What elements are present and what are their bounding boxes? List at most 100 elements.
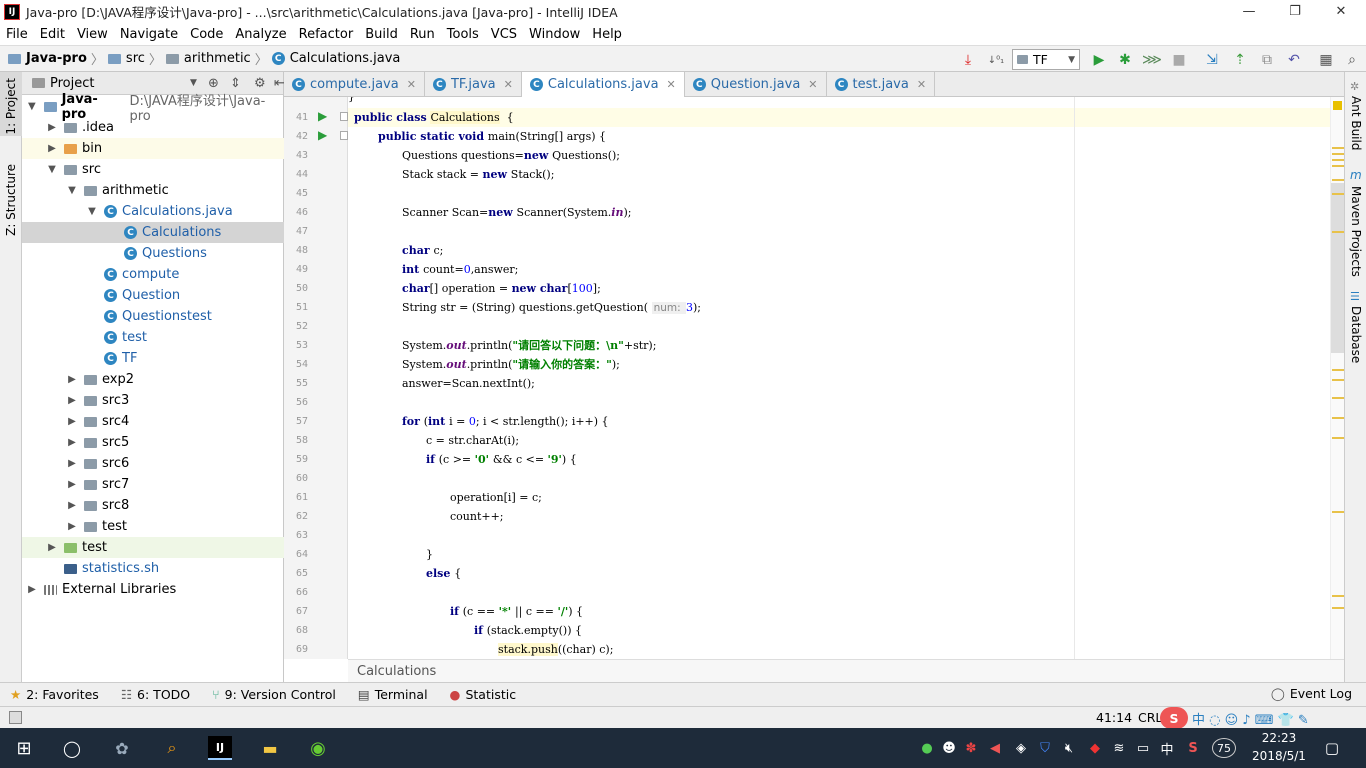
- expand-arrow-icon[interactable]: ▼: [66, 185, 78, 196]
- close-button[interactable]: ✕: [1318, 0, 1364, 23]
- menu-run[interactable]: Run: [404, 27, 441, 42]
- menu-code[interactable]: Code: [184, 27, 229, 42]
- tree-node[interactable]: C Question: [22, 285, 284, 306]
- browser-icon[interactable]: ◉: [306, 736, 330, 760]
- warning-marker[interactable]: [1332, 159, 1344, 161]
- close-tab-icon[interactable]: ✕: [407, 78, 416, 91]
- tray-wechat-icon[interactable]: ●: [918, 740, 936, 756]
- notification-center-icon[interactable]: ▢: [1320, 736, 1344, 760]
- download-arrow-icon[interactable]: ⤓: [958, 50, 978, 70]
- tree-node[interactable]: ▶ External Libraries: [22, 579, 284, 600]
- tree-node[interactable]: statistics.sh: [22, 558, 284, 579]
- editor-tab[interactable]: C TF.java ✕: [425, 72, 522, 97]
- run-config-select[interactable]: TF ▼: [1012, 49, 1080, 70]
- warning-marker[interactable]: [1332, 165, 1344, 167]
- run-gutter-icon[interactable]: ▶: [318, 109, 327, 123]
- tree-node[interactable]: ▶ exp2: [22, 369, 284, 390]
- clock-time[interactable]: 22:23: [1248, 731, 1310, 745]
- collapse-arrow-icon[interactable]: ▶: [46, 143, 58, 154]
- editor-tab[interactable]: C Question.java ✕: [685, 72, 827, 97]
- expand-arrow-icon[interactable]: ▼: [46, 164, 58, 175]
- tool-window-button[interactable]: ⑂ 9: Version Control: [212, 687, 336, 702]
- run-gutter-icon[interactable]: ▶: [318, 128, 327, 142]
- tree-node[interactable]: ▶ src5: [22, 432, 284, 453]
- windows-start-icon[interactable]: ⊞: [12, 736, 36, 760]
- locate-icon[interactable]: ⊕: [208, 76, 219, 91]
- tab-project[interactable]: 1: Project: [4, 78, 18, 135]
- close-tab-icon[interactable]: ✕: [667, 78, 676, 91]
- warning-marker[interactable]: [1332, 437, 1344, 439]
- warning-marker[interactable]: [1332, 379, 1344, 381]
- warning-marker[interactable]: [1332, 369, 1344, 371]
- vcs-update-icon[interactable]: ⇲: [1202, 50, 1222, 70]
- search-icon[interactable]: ⌕: [1342, 50, 1362, 70]
- collapse-arrow-icon[interactable]: ▶: [66, 416, 78, 427]
- warning-marker[interactable]: [1332, 179, 1344, 181]
- performance-badge[interactable]: 75: [1212, 738, 1236, 758]
- collapse-arrow-icon[interactable]: ▶: [66, 521, 78, 532]
- search-icon[interactable]: ◯: [60, 736, 84, 760]
- sogou-ime-icon[interactable]: S: [1160, 707, 1188, 729]
- menu-help[interactable]: Help: [586, 27, 628, 42]
- menu-view[interactable]: View: [71, 27, 114, 42]
- menu-edit[interactable]: Edit: [34, 27, 71, 42]
- revert-icon[interactable]: ↶: [1284, 50, 1304, 70]
- collapse-arrow-icon[interactable]: ▶: [66, 458, 78, 469]
- chevron-down-icon[interactable]: ▼: [190, 78, 197, 88]
- tree-node[interactable]: ▶ src4: [22, 411, 284, 432]
- tree-node[interactable]: ▶ src7: [22, 474, 284, 495]
- breadcrumb-item-src[interactable]: src: [126, 51, 145, 66]
- warning-marker[interactable]: [1332, 231, 1344, 233]
- editor-breadcrumb-item[interactable]: Calculations: [357, 664, 436, 679]
- tray-sound-app-icon[interactable]: ◀: [986, 740, 1004, 756]
- close-tab-icon[interactable]: ✕: [808, 78, 817, 91]
- expand-arrow-icon[interactable]: ▼: [26, 101, 38, 112]
- editor-scrollbar[interactable]: [1330, 97, 1345, 659]
- battery-icon[interactable]: ▭: [1134, 740, 1152, 756]
- tree-node[interactable]: C TF: [22, 348, 284, 369]
- menu-analyze[interactable]: Analyze: [229, 27, 292, 42]
- tree-node[interactable]: C Calculations: [22, 222, 284, 243]
- tool-windows-toggle-icon[interactable]: [9, 711, 22, 724]
- tool-window-button[interactable]: ● Statistic: [450, 687, 517, 702]
- breadcrumb-item-file[interactable]: Calculations.java: [290, 51, 401, 66]
- warning-marker[interactable]: [1332, 595, 1344, 597]
- collapse-arrow-icon[interactable]: ▶: [46, 542, 58, 553]
- wifi-icon[interactable]: ≋: [1110, 740, 1128, 756]
- clock-date[interactable]: 2018/5/1: [1248, 749, 1310, 763]
- tree-node[interactable]: ▶ test: [22, 516, 284, 537]
- collapse-arrow-icon[interactable]: ▶: [66, 500, 78, 511]
- project-structure-icon[interactable]: ▦: [1316, 50, 1336, 70]
- sogou-tray-icon[interactable]: S: [1184, 740, 1202, 756]
- minimize-button[interactable]: —: [1226, 0, 1272, 23]
- editor-tab[interactable]: Ccompute.java ✕: [284, 72, 425, 97]
- tab-maven-projects[interactable]: Maven Projects: [1349, 186, 1363, 277]
- tree-node[interactable]: Ctest: [22, 327, 284, 348]
- menu-tools[interactable]: Tools: [441, 27, 485, 42]
- intellij-taskbar-icon[interactable]: IJ: [208, 736, 232, 760]
- collapse-arrow-icon[interactable]: ▶: [66, 395, 78, 406]
- line-separator[interactable]: CRL: [1138, 710, 1162, 725]
- tree-node[interactable]: ▼ C Calculations.java: [22, 201, 284, 222]
- tab-database[interactable]: Database: [1349, 306, 1363, 363]
- restore-button[interactable]: ❐: [1272, 0, 1318, 23]
- tree-node[interactable]: ▶ src6: [22, 453, 284, 474]
- tab-ant-build[interactable]: Ant Build: [1349, 96, 1363, 150]
- tree-node[interactable]: ▼ Java-pro D:\JAVA程序设计\Java-pro: [22, 92, 284, 124]
- coverage-icon[interactable]: ⋙: [1142, 50, 1162, 70]
- menu-refactor[interactable]: Refactor: [293, 27, 360, 42]
- tool-window-button[interactable]: ☷ 6: TODO: [121, 687, 190, 702]
- debug-icon[interactable]: ✱: [1115, 50, 1135, 70]
- warning-marker[interactable]: [1332, 511, 1344, 513]
- close-tab-icon[interactable]: ✕: [917, 78, 926, 91]
- tool-window-button[interactable]: ★ 2: Favorites: [10, 687, 99, 702]
- gear-icon[interactable]: ⚙: [254, 76, 266, 91]
- run-icon[interactable]: ▶: [1089, 50, 1109, 70]
- collapse-arrow-icon[interactable]: ▶: [66, 437, 78, 448]
- menu-vcs[interactable]: VCS: [485, 27, 523, 42]
- tree-node[interactable]: ▶ bin: [22, 138, 284, 159]
- tree-node[interactable]: ▶ src8: [22, 495, 284, 516]
- tree-node[interactable]: C Questionstest: [22, 306, 284, 327]
- project-panel-title[interactable]: Project: [50, 76, 94, 91]
- caret-position[interactable]: 41:14: [1096, 710, 1132, 725]
